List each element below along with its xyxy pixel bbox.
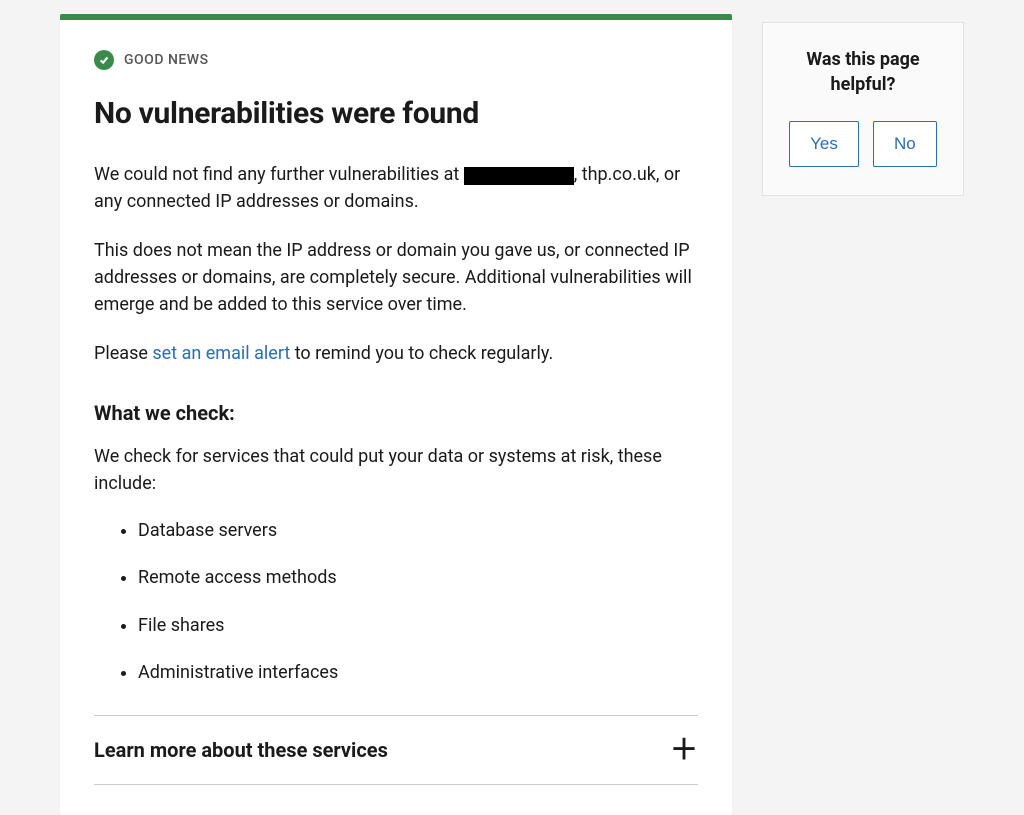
- what-we-check-heading: What we check:: [94, 401, 698, 425]
- feedback-panel: Was this page helpful? Yes No: [762, 22, 964, 196]
- status-badge: GOOD NEWS: [94, 50, 698, 70]
- list-item: File shares: [138, 602, 698, 649]
- list-item: Administrative interfaces: [138, 649, 698, 696]
- redacted-block: [464, 167, 574, 185]
- learn-more-accordion: Learn more about these services ＋: [94, 715, 698, 785]
- main-result-card: GOOD NEWS No vulnerabilities were found …: [60, 14, 732, 815]
- plus-icon: ＋: [670, 736, 698, 764]
- set-email-alert-link[interactable]: set an email alert: [152, 343, 290, 364]
- list-item: Remote access methods: [138, 554, 698, 601]
- check-intro: We check for services that could put you…: [94, 443, 698, 497]
- feedback-title: Was this page helpful?: [781, 47, 945, 97]
- accordion-title: Learn more about these services: [94, 738, 388, 762]
- feedback-yes-button[interactable]: Yes: [789, 121, 859, 167]
- summary-paragraph-1: We could not find any further vulnerabil…: [94, 161, 698, 215]
- check-list: Database servers Remote access methods F…: [94, 507, 698, 697]
- accordion-toggle[interactable]: Learn more about these services ＋: [94, 716, 698, 784]
- badge-label: GOOD NEWS: [124, 52, 209, 68]
- para3-prefix: Please: [94, 343, 152, 364]
- page-title: No vulnerabilities were found: [94, 96, 698, 131]
- para1-prefix: We could not find any further vulnerabil…: [94, 164, 464, 185]
- feedback-button-row: Yes No: [781, 121, 945, 167]
- check-circle-icon: [94, 50, 114, 70]
- para3-suffix: to remind you to check regularly.: [290, 343, 553, 364]
- feedback-no-button[interactable]: No: [873, 121, 937, 167]
- list-item: Database servers: [138, 507, 698, 554]
- summary-paragraph-3: Please set an email alert to remind you …: [94, 340, 698, 367]
- summary-paragraph-2: This does not mean the IP address or dom…: [94, 237, 698, 318]
